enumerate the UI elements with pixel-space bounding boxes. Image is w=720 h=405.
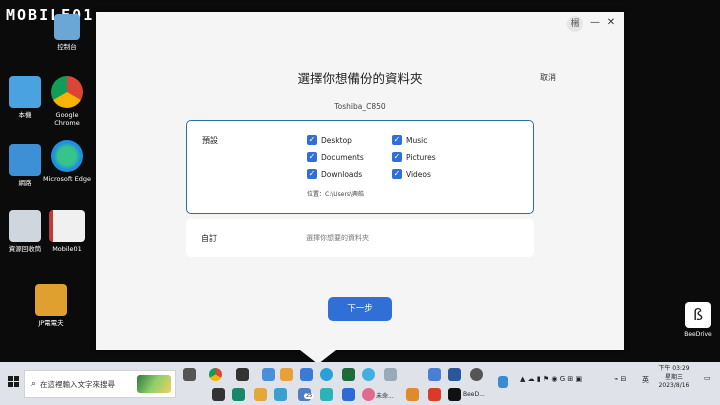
app-taskbar-icon[interactable] — [362, 388, 375, 401]
checkbox-label: Videos — [406, 169, 431, 179]
check-icon: ✓ — [392, 169, 402, 179]
cancel-button[interactable]: 取消 — [540, 72, 556, 83]
checkbox-videos[interactable]: ✓ Videos — [392, 168, 431, 180]
desktop-icon-label: Mobile01 — [52, 245, 82, 253]
mail-taskbar-icon[interactable]: 25 — [298, 388, 315, 401]
next-button[interactable]: 下一步 — [328, 297, 392, 321]
taskbar-app-label[interactable]: BeeD... — [463, 391, 485, 398]
desktop-icon-jp[interactable]: JP電電夫 — [26, 284, 76, 327]
desktop-icon-label: JP電電夫 — [38, 319, 64, 327]
checkbox-label: Documents — [321, 152, 364, 162]
screen-taskbar-icon[interactable] — [262, 368, 275, 381]
desktop-icon-label: 控制台 — [57, 43, 77, 51]
illustrator-taskbar-icon[interactable] — [406, 388, 419, 401]
custom-folder-hint: 選擇你想要的資料夾 — [306, 234, 369, 242]
chrome-taskbar-icon[interactable] — [209, 368, 222, 381]
app-taskbar-icon[interactable] — [212, 388, 225, 401]
app-taskbar-icon[interactable] — [274, 388, 287, 401]
custom-label: 自訂 — [201, 234, 217, 243]
edge-icon — [51, 140, 83, 172]
app-taskbar-icon[interactable] — [320, 388, 333, 401]
app-tray-icon[interactable] — [498, 376, 508, 388]
desktop-icon-control-panel[interactable]: 控制台 — [42, 14, 92, 51]
pdf-taskbar-icon[interactable] — [428, 388, 441, 401]
app-taskbar-icon[interactable] — [232, 388, 245, 401]
task-view-icon[interactable] — [183, 368, 196, 381]
beedrive-taskbar-icon[interactable] — [448, 388, 461, 401]
checkbox-documents[interactable]: ✓ Documents — [307, 151, 364, 163]
notification-icon[interactable]: ▭ — [704, 374, 711, 382]
checkbox-downloads[interactable]: ✓ Downloads — [307, 168, 362, 180]
windows-start-icon[interactable] — [8, 376, 20, 388]
checkbox-desktop[interactable]: ✓ Desktop — [307, 134, 352, 146]
app-taskbar-icon[interactable] — [342, 388, 355, 401]
custom-folders-card[interactable]: 自訂 選擇你想要的資料夾 — [186, 219, 534, 257]
app-taskbar-icon[interactable] — [362, 368, 375, 381]
backup-folder-dialog: 楊 — ✕ 選擇你想備份的資料夾 取消 Toshiba_C850 預設 ✓ Des… — [96, 12, 624, 350]
folder-taskbar-icon[interactable] — [254, 388, 267, 401]
clock-date: 2023/8/16 — [658, 382, 690, 389]
input-language[interactable]: 英 — [642, 375, 649, 385]
taskbar-app-label[interactable]: 未命... — [376, 391, 394, 400]
check-icon: ✓ — [392, 152, 402, 162]
taskbar-clock[interactable]: 下午 03:29 星期三 2023/8/16 — [650, 365, 698, 391]
device-name: Toshiba_C850 — [334, 102, 386, 111]
document-icon — [49, 210, 85, 242]
search-icon: ⌕ — [31, 379, 37, 389]
app-taskbar-icon[interactable] — [236, 368, 249, 381]
search-placeholder: 在這裡輸入文字來搜尋 — [40, 379, 116, 389]
taskbar: ⌕ 在這裡輸入文字來搜尋 25 未命... BeeD... ▲ ☁ ▮ ⚑ ◉ … — [0, 362, 720, 405]
default-folders-card[interactable]: 預設 ✓ Desktop ✓ Documents ✓ Downloads ✓ Music… — [186, 120, 534, 214]
beedrive-icon: ß — [685, 302, 711, 328]
spreadsheet-taskbar-icon[interactable] — [342, 368, 355, 381]
desktop-icon-edge[interactable]: Microsoft Edge — [42, 140, 92, 183]
check-icon: ✓ — [307, 152, 317, 162]
desktop-icon-label: Microsoft Edge — [42, 175, 91, 183]
app-taskbar-icon[interactable] — [300, 368, 313, 381]
ai-file-icon — [35, 284, 67, 316]
calculator-taskbar-icon[interactable] — [428, 368, 441, 381]
computer-icon — [9, 76, 41, 108]
desktop-icon-label: BeeDrive — [684, 331, 712, 338]
clock-day: 星期三 — [664, 373, 683, 381]
tray-icons[interactable]: ▲ ☁ ▮ ⚑ ◉ G ⊞ ▣ — [520, 375, 582, 383]
word-taskbar-icon[interactable] — [448, 368, 461, 381]
badge-count: 25 — [304, 393, 315, 399]
desktop-icon-label: Google Chrome — [54, 111, 80, 127]
search-highlight-icon — [137, 375, 171, 393]
checkbox-label: Desktop — [321, 135, 352, 145]
avatar[interactable]: 楊 — [567, 16, 583, 32]
chrome-icon — [51, 76, 83, 108]
app-taskbar-icon[interactable] — [384, 368, 397, 381]
desktop-icon-mobile01[interactable]: Mobile01 — [42, 210, 92, 253]
close-button[interactable]: ✕ — [604, 16, 618, 30]
tray-network-icons[interactable]: ⌁ ⊟ — [614, 375, 626, 383]
checkbox-pictures[interactable]: ✓ Pictures — [392, 151, 436, 163]
check-icon: ✓ — [392, 135, 402, 145]
checkbox-label: Pictures — [406, 152, 436, 162]
taskbar-search-box[interactable]: ⌕ 在這裡輸入文字來搜尋 — [24, 370, 176, 398]
checkbox-label: Downloads — [321, 169, 363, 179]
settings-taskbar-icon[interactable] — [470, 368, 483, 381]
network-icon — [9, 144, 41, 176]
checkbox-music[interactable]: ✓ Music — [392, 134, 427, 146]
desktop-icon-beedrive[interactable]: ß BeeDrive — [678, 302, 718, 338]
recycle-bin-icon — [9, 210, 41, 242]
desktop-icon-chrome[interactable]: Google Chrome — [42, 76, 92, 127]
control-panel-icon — [54, 14, 80, 40]
checkbox-label: Music — [406, 135, 428, 145]
minimize-button[interactable]: — — [588, 16, 602, 30]
default-label: 預設 — [202, 136, 218, 145]
clock-time: 下午 03:29 — [658, 365, 690, 372]
app-taskbar-icon[interactable] — [280, 368, 293, 381]
check-icon: ✓ — [307, 169, 317, 179]
location-path: 位置：C:\Users\興皓 — [307, 191, 365, 198]
edge-taskbar-icon[interactable] — [320, 368, 333, 381]
check-icon: ✓ — [307, 135, 317, 145]
